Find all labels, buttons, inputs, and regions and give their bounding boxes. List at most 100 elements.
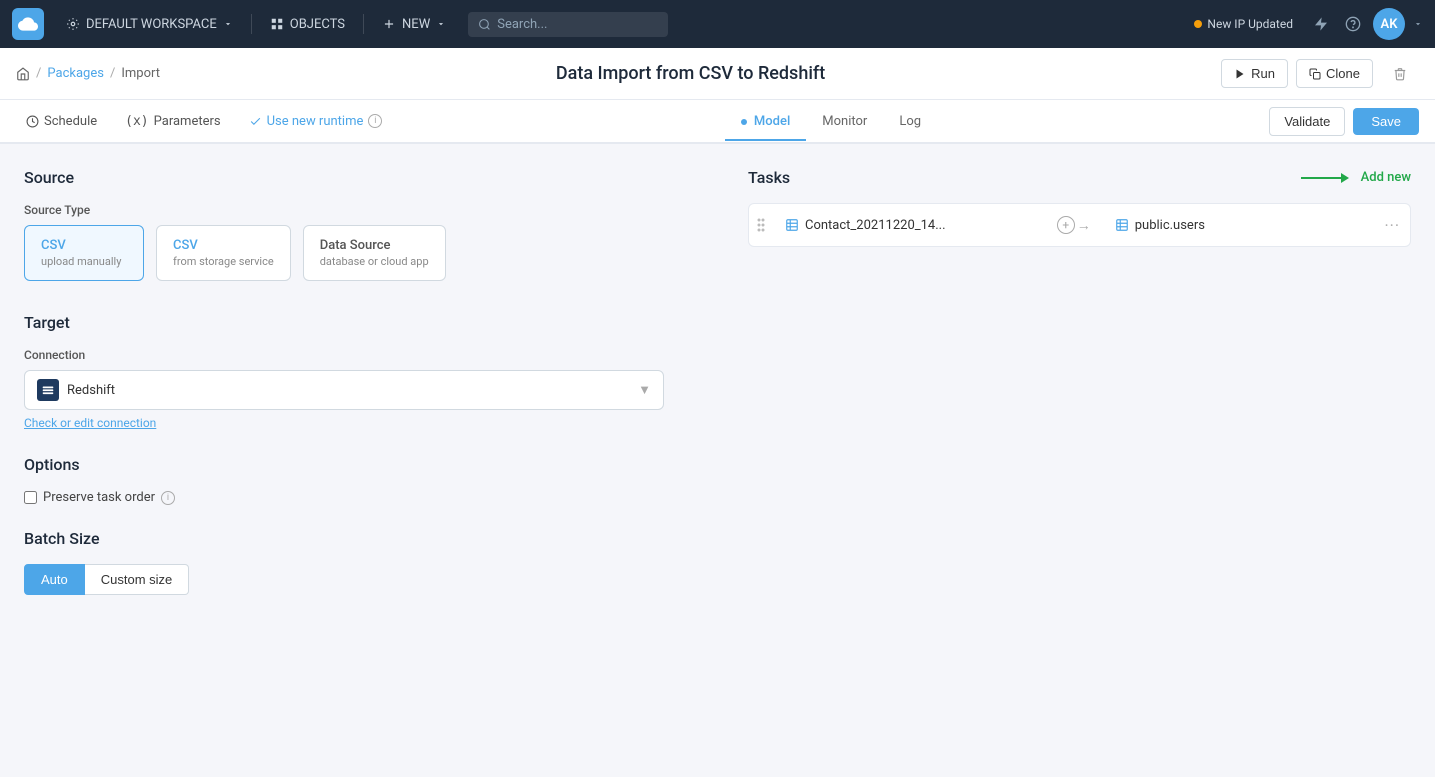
tab-group-left: Schedule (x) Parameters Use new runtime … <box>16 106 392 137</box>
search-icon <box>478 18 491 31</box>
task-connector: + → <box>1045 216 1103 234</box>
workspace-selector[interactable]: DEFAULT WORKSPACE <box>56 11 243 38</box>
breadcrumb-sep-1: / <box>36 66 41 81</box>
tasks-header: Tasks Add new <box>748 168 1411 187</box>
source-title: Source <box>24 168 724 187</box>
run-icon <box>1234 68 1246 80</box>
preserve-task-order-row: Preserve task order i <box>24 490 724 505</box>
tabs-bar: Schedule (x) Parameters Use new runtime … <box>0 100 1435 144</box>
source-card-csv-storage[interactable]: CSV from storage service <box>156 225 291 281</box>
validate-button[interactable]: Validate <box>1269 107 1345 136</box>
task-more-button[interactable]: ··· <box>1374 216 1410 235</box>
source-table-icon <box>785 218 799 232</box>
new-nav[interactable]: NEW <box>372 11 456 38</box>
home-icon[interactable] <box>16 67 30 81</box>
clone-button[interactable]: Clone <box>1296 59 1373 88</box>
parameters-icon: (x) <box>125 114 148 129</box>
header-bar: / Packages / Import Data Import from CSV… <box>0 48 1435 100</box>
breadcrumb: / Packages / Import <box>16 66 160 81</box>
task-source-name: Contact_20211220_14... <box>805 218 946 233</box>
nav-right-group: New IP Updated AK <box>1186 8 1423 40</box>
source-type-label: Source Type <box>24 203 724 217</box>
main-content: Source Source Type CSV upload manually C… <box>0 144 1435 777</box>
batch-auto-button[interactable]: Auto <box>24 564 85 595</box>
breadcrumb-packages[interactable]: Packages <box>47 66 104 81</box>
connection-select[interactable]: Redshift ▼ <box>24 370 664 410</box>
breadcrumb-sep-2: / <box>110 66 115 81</box>
save-button[interactable]: Save <box>1353 108 1419 135</box>
user-avatar[interactable]: AK <box>1373 8 1405 40</box>
lightning-icon-btn[interactable] <box>1309 12 1333 36</box>
task-source: Contact_20211220_14... <box>773 218 1045 233</box>
preserve-task-info-icon[interactable]: i <box>161 491 175 505</box>
source-card-csv-storage-type: CSV <box>173 238 274 253</box>
parameters-tab[interactable]: (x) Parameters <box>115 106 230 137</box>
connection-chevron-icon: ▼ <box>638 382 651 398</box>
add-new-button[interactable]: Add new <box>1301 170 1411 185</box>
tab-model-dot <box>741 119 747 125</box>
table-row: Contact_20211220_14... + → public.users … <box>748 203 1411 247</box>
check-edit-connection-link[interactable]: Check or edit connection <box>24 416 156 430</box>
source-card-datasource-type: Data Source <box>320 238 429 253</box>
page-title: Data Import from CSV to Redshift <box>160 63 1221 84</box>
runtime-check-icon <box>249 115 262 128</box>
add-new-arrow <box>1301 173 1349 183</box>
objects-nav[interactable]: OBJECTS <box>260 11 355 38</box>
batch-custom-button[interactable]: Custom size <box>85 564 190 595</box>
batch-size-section: Batch Size Auto Custom size <box>24 529 724 595</box>
right-panel: Tasks Add new Contact_20211220_14 <box>724 168 1411 753</box>
arrow-line-body <box>1301 177 1341 179</box>
source-card-datasource-desc: database or cloud app <box>320 255 429 268</box>
tab-log[interactable]: Log <box>883 104 937 141</box>
help-icon <box>1345 16 1361 32</box>
source-section: Source Source Type CSV upload manually C… <box>24 168 724 281</box>
redshift-db-icon <box>37 379 59 401</box>
help-icon-btn[interactable] <box>1341 12 1365 36</box>
trash-icon <box>1393 67 1407 81</box>
connector-plus-icon: + <box>1057 216 1075 234</box>
source-card-csv-manual-type: CSV <box>41 238 127 253</box>
search-bar[interactable]: Search... <box>468 12 668 37</box>
source-card-csv-manual-desc: upload manually <box>41 255 127 268</box>
source-type-cards: CSV upload manually CSV from storage ser… <box>24 225 724 281</box>
target-section: Target Connection Redshift ▼ Check or ed… <box>24 313 724 431</box>
nav-divider-2 <box>363 14 364 34</box>
header-actions: Run Clone <box>1221 59 1419 88</box>
options-title: Options <box>24 455 724 474</box>
tab-model[interactable]: Model <box>725 104 807 141</box>
tabs-right: Validate Save <box>1269 107 1419 136</box>
delete-button[interactable] <box>1381 61 1419 87</box>
arrow-head <box>1341 173 1349 183</box>
tasks-title: Tasks <box>748 168 790 187</box>
redshift-icon <box>41 383 55 397</box>
options-section: Options Preserve task order i <box>24 455 724 505</box>
use-new-runtime-tab[interactable]: Use new runtime i <box>239 106 393 137</box>
tab-monitor[interactable]: Monitor <box>806 104 883 141</box>
app-logo[interactable] <box>12 8 44 40</box>
target-table-icon <box>1115 218 1129 232</box>
center-tabs: Model Monitor Log <box>392 104 1269 139</box>
preserve-task-order-checkbox[interactable] <box>24 491 37 504</box>
task-target-name: public.users <box>1135 218 1205 233</box>
target-title: Target <box>24 313 724 332</box>
batch-size-title: Batch Size <box>24 529 724 548</box>
drag-icon <box>756 218 766 232</box>
source-card-csv-manual[interactable]: CSV upload manually <box>24 225 144 281</box>
schedule-tab[interactable]: Schedule <box>16 106 107 137</box>
breadcrumb-import: Import <box>121 66 160 81</box>
drag-handle[interactable] <box>749 204 773 246</box>
batch-size-buttons: Auto Custom size <box>24 564 724 595</box>
notification-badge[interactable]: New IP Updated <box>1186 13 1301 35</box>
top-navigation: DEFAULT WORKSPACE OBJECTS NEW Search... … <box>0 0 1435 48</box>
run-button[interactable]: Run <box>1221 59 1288 88</box>
runtime-info-icon[interactable]: i <box>368 114 382 128</box>
left-panel: Source Source Type CSV upload manually C… <box>24 168 724 753</box>
task-target: public.users <box>1103 218 1375 233</box>
avatar-chevron-icon <box>1413 19 1423 29</box>
preserve-task-order-label: Preserve task order <box>43 490 155 505</box>
clone-icon <box>1309 68 1321 80</box>
source-card-datasource[interactable]: Data Source database or cloud app <box>303 225 446 281</box>
nav-divider-1 <box>251 14 252 34</box>
notification-dot <box>1194 20 1202 28</box>
source-card-csv-storage-desc: from storage service <box>173 255 274 268</box>
